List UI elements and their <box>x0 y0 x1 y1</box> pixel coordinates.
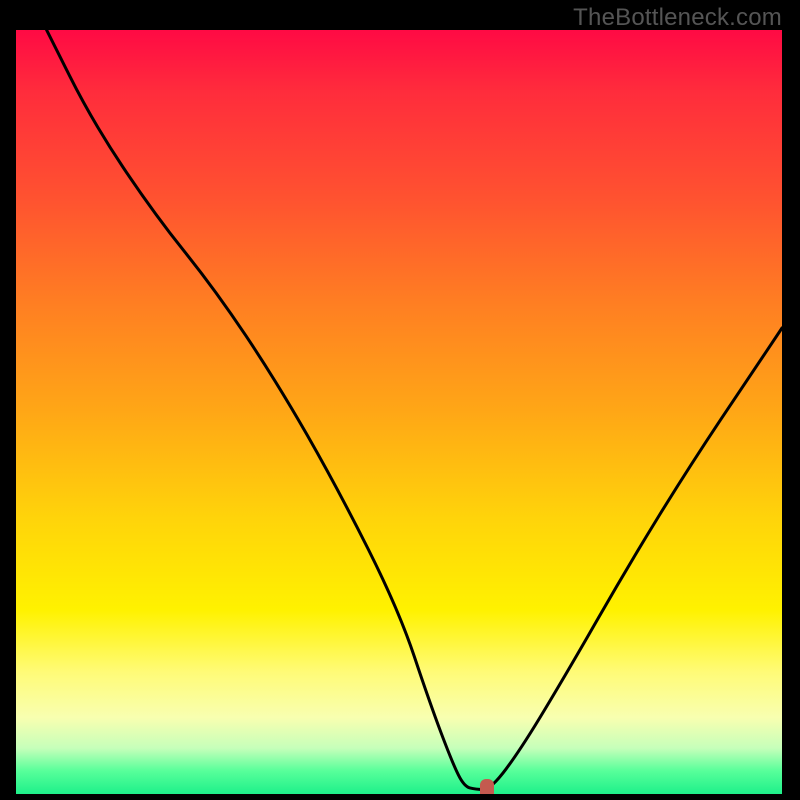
plot-area <box>16 30 782 794</box>
marker-dot <box>480 779 494 794</box>
watermark-text: TheBottleneck.com <box>573 4 782 32</box>
chart-frame: TheBottleneck.com <box>0 0 800 800</box>
bottleneck-curve <box>16 30 782 794</box>
